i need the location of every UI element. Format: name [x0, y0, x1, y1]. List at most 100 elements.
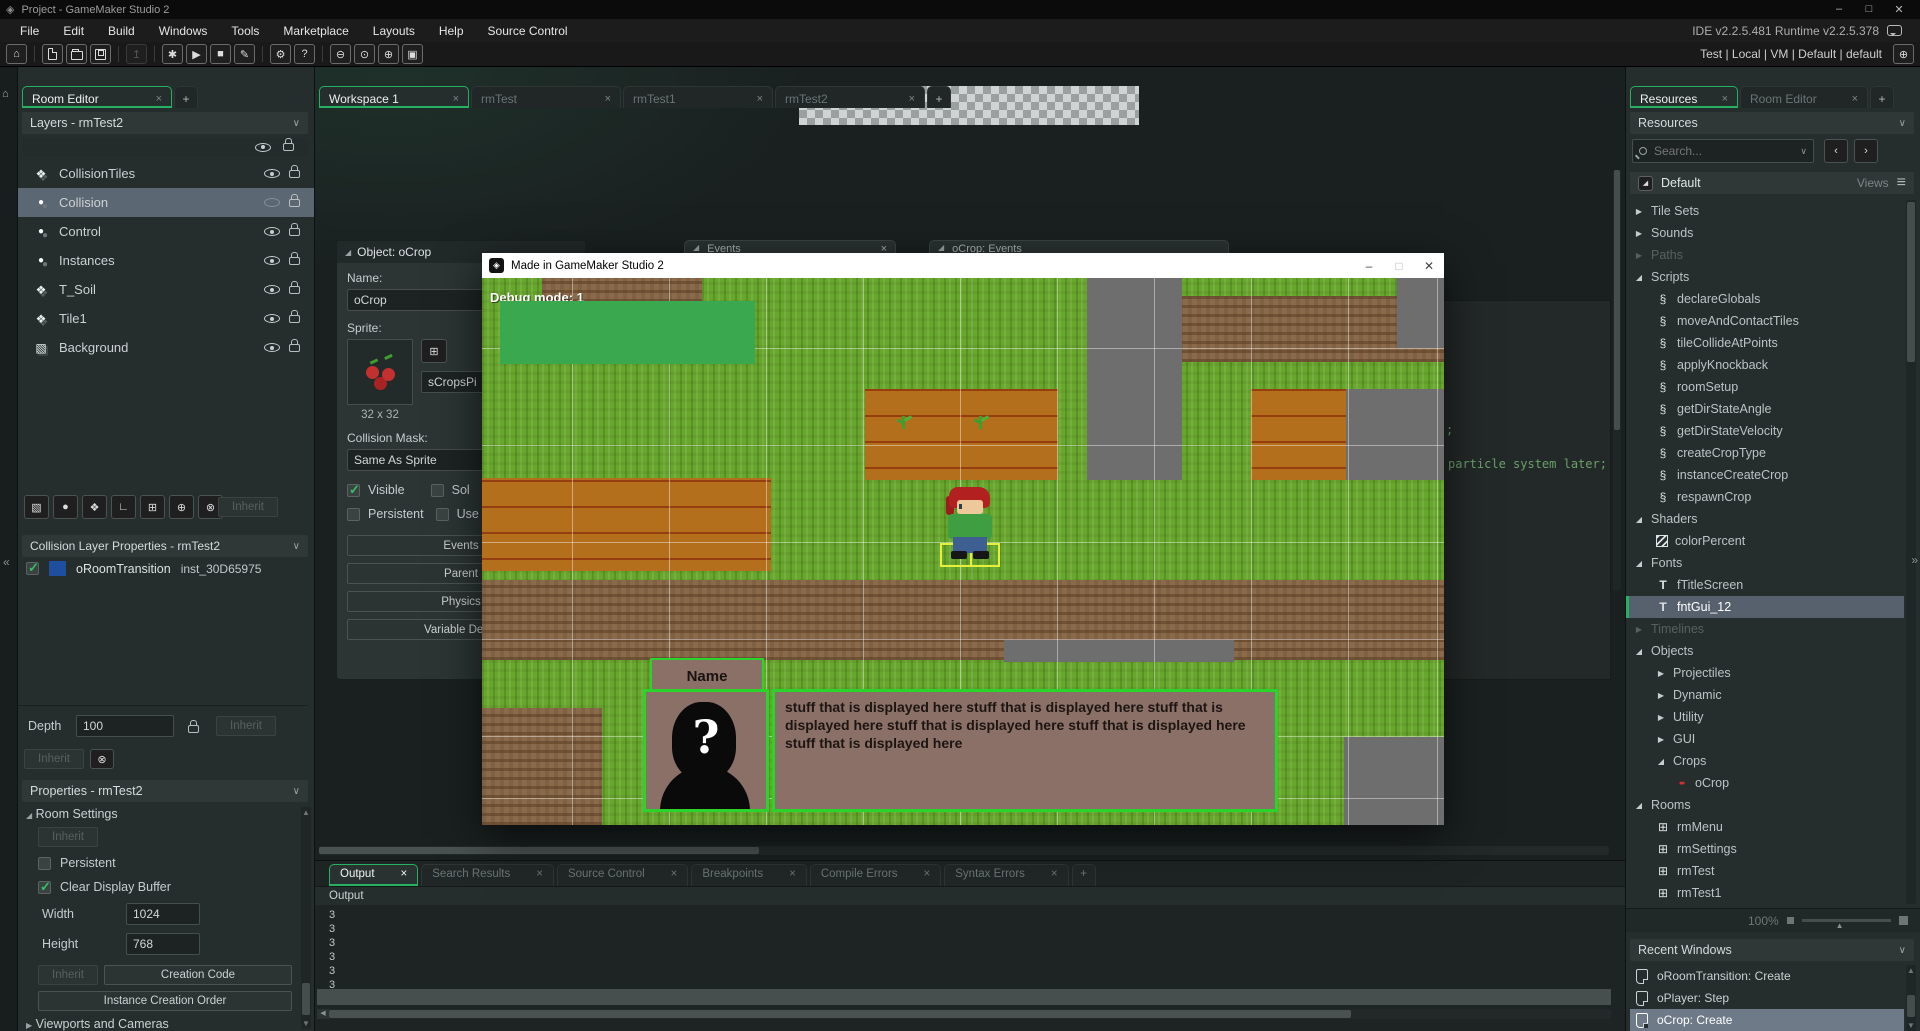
- room-rmtest1[interactable]: ⊞rmTest1: [1626, 882, 1904, 904]
- font-fntgui12[interactable]: TfntGui_12: [1626, 596, 1904, 618]
- layer-row-tile1[interactable]: ❖ Tile1: [18, 304, 314, 333]
- uses-physics-checkbox[interactable]: [436, 508, 449, 521]
- objects-group-dynamic[interactable]: ▶Dynamic: [1626, 684, 1904, 706]
- object-ocrop[interactable]: ●●oCrop: [1626, 772, 1904, 794]
- recent-ocrop-create[interactable]: oCrop: Create: [1630, 1009, 1904, 1031]
- save-project-button[interactable]: [90, 44, 111, 64]
- objects-group-crops[interactable]: ◢Crops: [1626, 750, 1904, 772]
- script-respawncrop[interactable]: §respawnCrop: [1626, 486, 1904, 508]
- add-background-layer-button[interactable]: ▧: [24, 495, 49, 519]
- home-button[interactable]: ⌂: [6, 44, 27, 64]
- persistent-checkbox[interactable]: [38, 857, 51, 870]
- layer-row-collision[interactable]: ● Collision: [18, 188, 314, 217]
- resource-root-row[interactable]: ◢ Default Views ≡: [1630, 172, 1914, 194]
- objects-group-gui[interactable]: ▶GUI: [1626, 728, 1904, 750]
- menu-file[interactable]: File: [8, 24, 51, 38]
- add-tab-button[interactable]: +: [1072, 864, 1096, 886]
- creation-code-button[interactable]: Creation Code: [104, 965, 292, 985]
- visible-checkbox[interactable]: [347, 484, 360, 497]
- script-moveandcontacttiles[interactable]: §moveAndContactTiles: [1626, 310, 1904, 332]
- script-getdirstatevelocity[interactable]: §getDirStateVelocity: [1626, 420, 1904, 442]
- clear-display-buffer-checkbox[interactable]: [38, 881, 51, 894]
- workspace-horizontal-scrollbar[interactable]: [319, 846, 1609, 855]
- instance-checkbox[interactable]: [26, 562, 39, 575]
- zoom-in-button[interactable]: ⊕: [378, 44, 399, 64]
- layer-row-background[interactable]: ▧ Background: [18, 333, 314, 362]
- close-tab-icon[interactable]: ×: [156, 93, 162, 105]
- help-button[interactable]: ?: [294, 44, 315, 64]
- tab-rmtest1[interactable]: rmTest1 ×: [623, 86, 773, 108]
- persistent-row[interactable]: Persistent: [38, 856, 116, 870]
- tab-breakpoints[interactable]: Breakpoints ×: [691, 864, 806, 886]
- menu-source-control[interactable]: Source Control: [476, 24, 580, 38]
- room-rmmenu[interactable]: ⊞rmMenu: [1626, 816, 1904, 838]
- search-options-chevron-icon[interactable]: ∨: [1800, 146, 1807, 157]
- add-tab-button[interactable]: +: [1870, 86, 1894, 108]
- resource-shaders[interactable]: ◢Shaders: [1626, 508, 1904, 530]
- instance-creation-order-button[interactable]: Instance Creation Order: [38, 991, 292, 1011]
- maximize-button[interactable]: □: [1854, 3, 1884, 16]
- recent-oplayer-step[interactable]: oPlayer: Step: [1630, 987, 1904, 1009]
- visibility-icon[interactable]: [264, 285, 280, 294]
- close-tab-icon[interactable]: ×: [1051, 868, 1058, 886]
- menu-help[interactable]: Help: [427, 24, 476, 38]
- lock-icon[interactable]: [289, 257, 300, 265]
- close-tab-icon[interactable]: ×: [453, 93, 459, 105]
- tab-compile-errors[interactable]: Compile Errors ×: [810, 864, 941, 886]
- close-tab-icon[interactable]: ×: [671, 868, 678, 886]
- clean-button[interactable]: ✎: [234, 44, 255, 64]
- clear-display-buffer-row[interactable]: Clear Display Buffer: [38, 880, 171, 894]
- game-maximize-button[interactable]: □: [1384, 259, 1414, 273]
- target-selector[interactable]: Test | Local | VM | Default | default: [1700, 47, 1882, 61]
- layer-inherit-button[interactable]: Inherit: [218, 497, 278, 517]
- close-tab-icon[interactable]: ×: [1722, 93, 1728, 105]
- debug-button[interactable]: ✱: [162, 44, 183, 64]
- depth-inherit-button[interactable]: Inherit: [216, 716, 276, 736]
- lock-icon[interactable]: [289, 170, 300, 178]
- close-tab-icon[interactable]: ×: [605, 93, 611, 105]
- lock-icon[interactable]: [289, 199, 300, 207]
- shader-colorpercent[interactable]: colorPercent: [1626, 530, 1904, 552]
- visibility-icon[interactable]: [264, 227, 280, 236]
- resource-tile-sets[interactable]: ▶Tile Sets: [1626, 200, 1904, 222]
- close-tab-icon[interactable]: ×: [789, 868, 796, 886]
- uses-physics-checkbox-row[interactable]: Use: [436, 507, 479, 521]
- lock-icon[interactable]: [289, 344, 300, 352]
- zoom-in-handle[interactable]: [1899, 916, 1908, 925]
- menu-layouts[interactable]: Layouts: [361, 24, 427, 38]
- add-path-layer-button[interactable]: ∟: [111, 495, 136, 519]
- add-tile-layer-button[interactable]: ❖: [82, 495, 107, 519]
- layer-row-collisiontiles[interactable]: ❖ CollisionTiles: [18, 159, 314, 188]
- settings-button[interactable]: ⚙: [270, 44, 291, 64]
- resource-fonts[interactable]: ◢Fonts: [1626, 552, 1904, 574]
- visibility-icon[interactable]: [264, 169, 280, 178]
- create-executable-button[interactable]: ↥: [126, 44, 147, 64]
- menu-tools[interactable]: Tools: [219, 24, 271, 38]
- tab-output[interactable]: Output ×: [329, 864, 418, 886]
- resource-timelines[interactable]: ▶Timelines: [1626, 618, 1904, 640]
- close-tab-icon[interactable]: ×: [757, 93, 763, 105]
- persistent-checkbox[interactable]: [347, 508, 360, 521]
- add-tab-button[interactable]: +: [927, 86, 951, 108]
- layer-row-instances[interactable]: ● Instances: [18, 246, 314, 275]
- add-instance-layer-button[interactable]: ●: [53, 495, 78, 519]
- game-close-button[interactable]: ✕: [1414, 259, 1444, 273]
- visibility-icon[interactable]: [264, 343, 280, 352]
- close-tab-icon[interactable]: ×: [401, 868, 408, 886]
- recent-windows-header[interactable]: Recent Windows ∨: [1630, 939, 1914, 961]
- search-input[interactable]: [1654, 144, 1774, 158]
- close-tab-icon[interactable]: ×: [536, 868, 543, 886]
- close-tab-icon[interactable]: ×: [1852, 93, 1858, 105]
- lock-icon[interactable]: [289, 228, 300, 236]
- game-minimize-button[interactable]: –: [1354, 259, 1384, 273]
- layer-row-tsoil[interactable]: ❖ T_Soil: [18, 275, 314, 304]
- tab-rmtest[interactable]: rmTest ×: [471, 86, 621, 108]
- run-button[interactable]: ▶: [186, 44, 207, 64]
- zoom-slider[interactable]: ▲: [1802, 919, 1891, 922]
- resource-objects[interactable]: ◢Objects: [1626, 640, 1904, 662]
- visibility-icon[interactable]: [264, 314, 280, 323]
- tab-resources[interactable]: Resources ×: [1630, 86, 1738, 108]
- visibility-icon[interactable]: [264, 256, 280, 265]
- height-input[interactable]: [126, 933, 200, 955]
- resource-paths[interactable]: ▶Paths: [1626, 244, 1904, 266]
